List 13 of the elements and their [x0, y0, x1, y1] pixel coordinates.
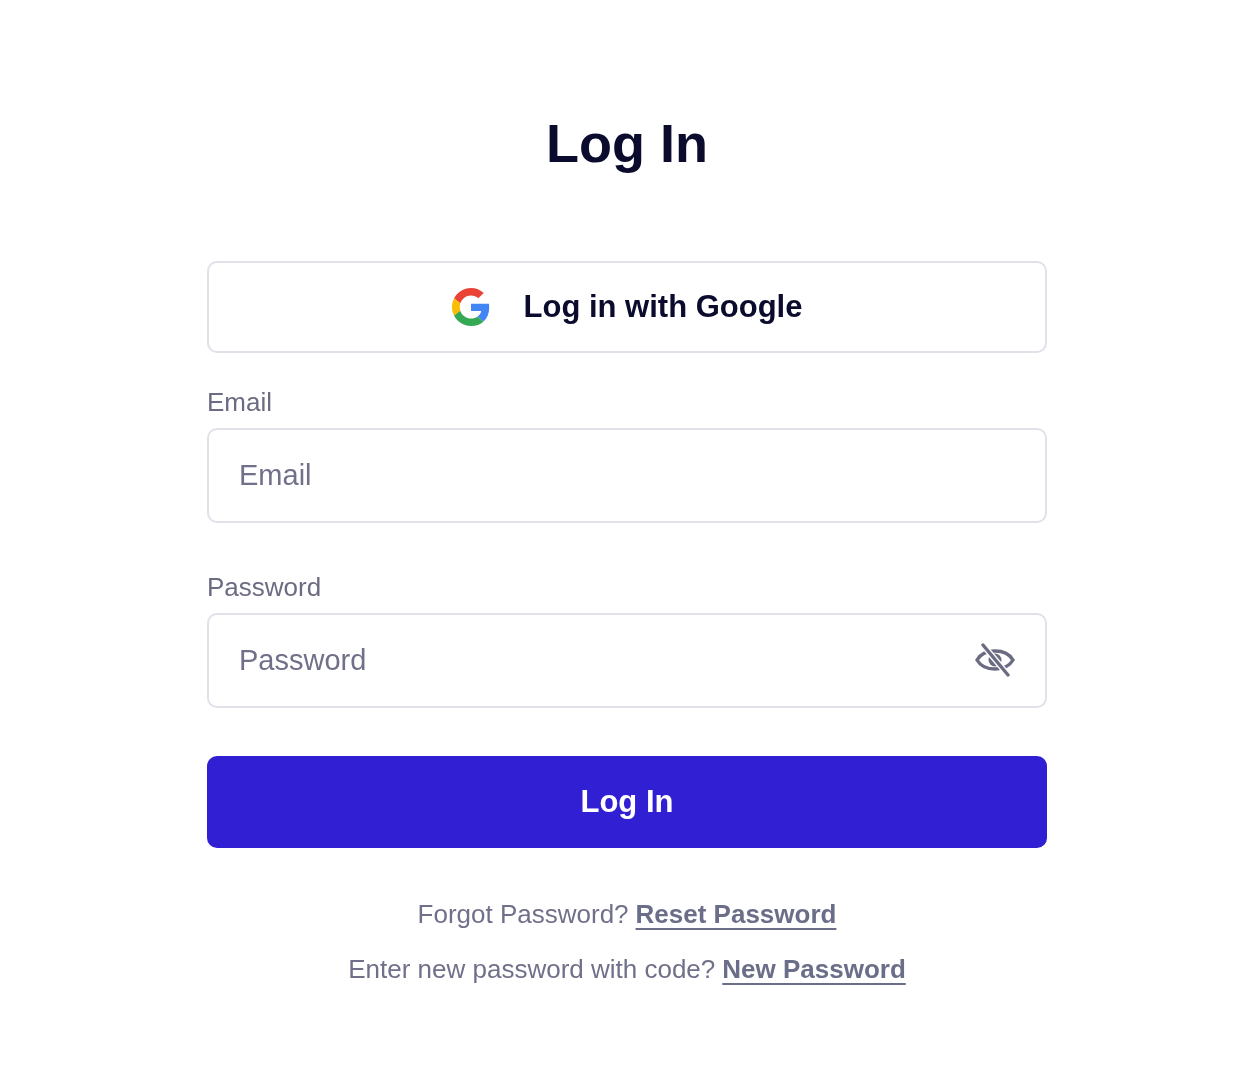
text-link[interactable]: New Password — [722, 953, 906, 985]
field-label: Password — [207, 571, 322, 603]
google-login-button[interactable]: Log in with Google — [207, 261, 1047, 353]
password-field[interactable]: Password — [207, 613, 1047, 708]
g-logo-icon — [451, 288, 490, 326]
page-title: Log In — [546, 113, 708, 173]
help-text: Forgot Password? — [417, 898, 629, 930]
text-link[interactable]: Reset Password — [635, 898, 837, 930]
eye-slash-icon[interactable] — [974, 643, 1016, 677]
field-label: Email — [207, 386, 272, 418]
login-button[interactable]: Log In — [207, 756, 1047, 848]
email-field[interactable]: Email — [207, 428, 1047, 523]
help-text: Enter new password with code? — [348, 953, 716, 985]
